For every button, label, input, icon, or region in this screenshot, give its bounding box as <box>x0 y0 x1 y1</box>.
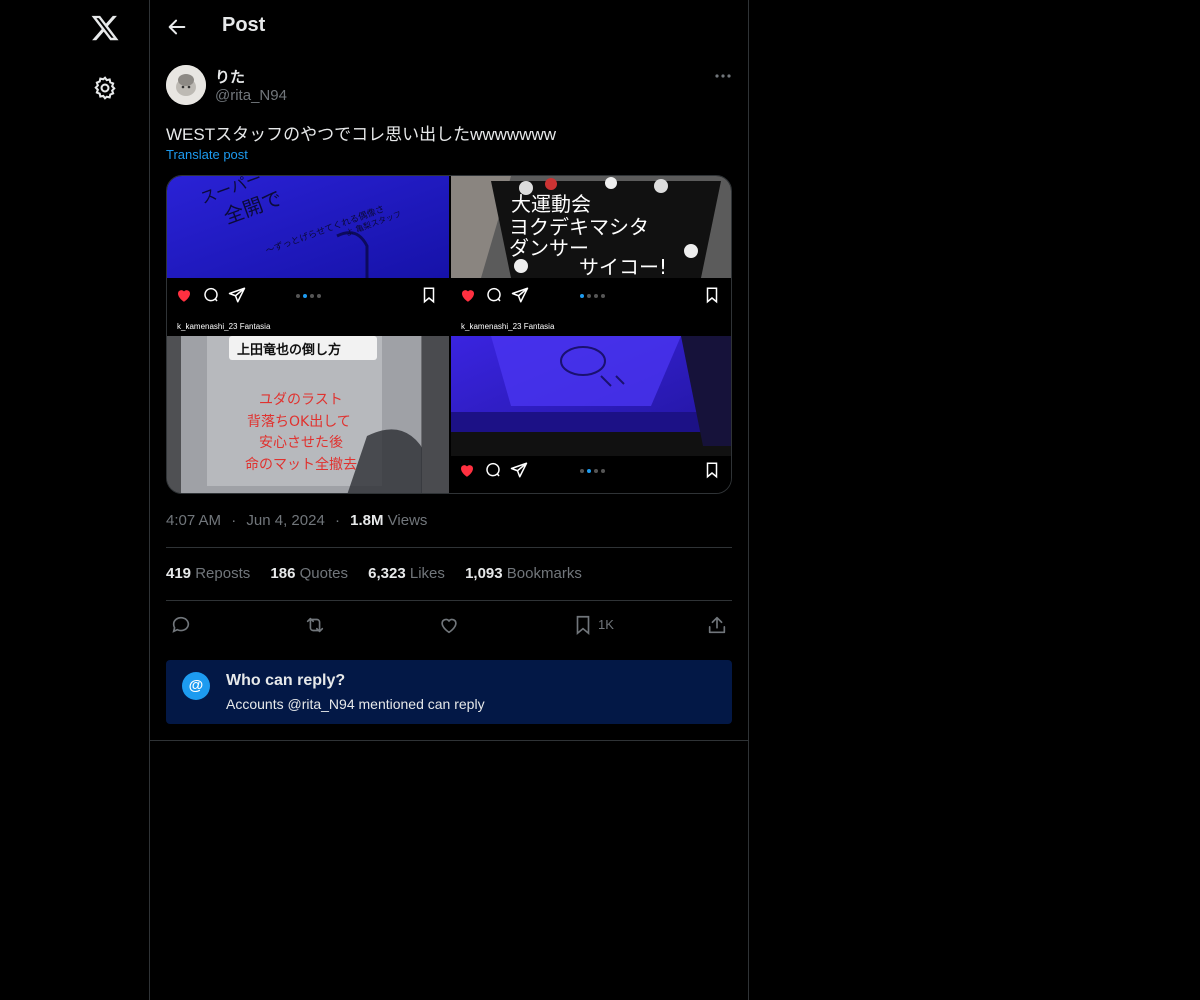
post-column: Post りた @rita_N94 WESTスタッフのやつでコレ思い出したwww… <box>150 0 749 1000</box>
divider <box>150 740 748 741</box>
ig-action-bar <box>451 456 731 493</box>
bookmark-icon <box>423 287 435 304</box>
carousel-dots-icon <box>580 469 605 473</box>
post-date[interactable]: Jun 4, 2024 <box>246 512 324 529</box>
heart-filled-icon <box>461 465 473 477</box>
post-actions: 1K <box>166 612 732 638</box>
left-nav <box>0 0 150 1000</box>
more-options-icon[interactable] <box>713 66 733 86</box>
bookmark-icon <box>706 287 718 304</box>
views-count: 1.8M <box>350 512 384 529</box>
stat-reposts[interactable]: 419 Reposts <box>166 565 250 582</box>
divider <box>166 600 732 601</box>
bookmark-icon[interactable] <box>572 614 594 636</box>
post-time[interactable]: 4:07 AM <box>166 512 221 529</box>
media-image-4[interactable] <box>451 336 731 493</box>
share-icon[interactable] <box>706 614 728 636</box>
mention-icon: @ <box>182 672 210 700</box>
image-text: サイコー! <box>579 255 667 279</box>
heart-filled-icon <box>178 290 190 302</box>
share-icon <box>228 287 246 303</box>
ig-action-bar <box>167 278 449 312</box>
like-icon[interactable] <box>438 614 460 636</box>
bookmark-icon <box>706 462 718 479</box>
media-image-3[interactable]: 上田竜也の倒し方 ユダのラスト 背落ちOK出して 安心させた後 命のマット全撤去 <box>167 336 449 493</box>
carousel-dots-icon <box>580 294 605 298</box>
image-text: 大運動会 <box>511 192 591 216</box>
post-text: WESTスタッフのやつでコレ思い出したwwwwwww <box>166 125 557 144</box>
comment-icon <box>486 462 500 477</box>
back-arrow-icon[interactable] <box>166 16 188 38</box>
image-text: 命のマット全撤去 <box>245 456 357 473</box>
stat-bookmarks[interactable]: 1,093 Bookmarks <box>465 565 582 582</box>
author-handle[interactable]: @rita_N94 <box>215 87 287 104</box>
bookmark-count: 1K <box>598 617 614 632</box>
meta-separator: · <box>334 512 340 529</box>
media-image-2[interactable]: 大運動会 ヨクデキマシタ ダンサー サイコー! k_kamenashi_23 F… <box>451 176 731 336</box>
meta-separator: · <box>231 512 237 529</box>
media-caption: k_kamenashi_23 Fantasia <box>177 322 271 331</box>
media-caption: k_kamenashi_23 Fantasia <box>461 322 555 331</box>
reply-restriction-banner: @ Who can reply? Accounts @rita_N94 ment… <box>166 660 732 724</box>
repost-icon[interactable] <box>304 614 326 636</box>
image-text: 背落ちOK出して <box>247 414 351 430</box>
image-text: ダンサー <box>509 236 589 260</box>
ig-action-bar <box>451 278 731 312</box>
image-text: ユダのラスト <box>259 392 343 408</box>
share-icon <box>510 462 528 478</box>
media-image-1[interactable]: スーパー 全開で 〜ずっとげらせてくれる偶像さ よ 亀梨スタッフ k_kamen… <box>167 176 449 336</box>
divider <box>166 547 732 548</box>
image-text: 上田竜也の倒し方 <box>237 342 341 358</box>
post-meta: 4:07 AM · Jun 4, 2024 · 1.8M Views <box>166 512 427 529</box>
media-grid: スーパー 全開で 〜ずっとげらせてくれる偶像さ よ 亀梨スタッフ k_kamen… <box>166 175 732 494</box>
heart-filled-icon <box>462 290 474 302</box>
settings-gear-icon[interactable] <box>92 75 118 101</box>
post-header: Post <box>150 0 748 53</box>
stat-quotes[interactable]: 186 Quotes <box>270 565 348 582</box>
reply-restriction-title: Who can reply? <box>226 672 346 689</box>
carousel-dots-icon <box>296 294 321 298</box>
image-text: 安心させた後 <box>259 435 343 451</box>
page-title: Post <box>222 14 266 36</box>
comment-icon <box>204 287 218 302</box>
views-label: Views <box>387 512 428 529</box>
stat-likes[interactable]: 6,323 Likes <box>368 565 445 582</box>
author-avatar[interactable] <box>166 65 206 105</box>
comment-icon <box>487 287 501 302</box>
engagement-stats: 419 Reposts 186 Quotes 6,323 Likes 1,093… <box>166 565 598 582</box>
x-logo-icon[interactable] <box>90 13 120 43</box>
translate-post-link[interactable]: Translate post <box>166 147 248 162</box>
reply-icon[interactable] <box>170 614 192 636</box>
author-name[interactable]: りた <box>215 66 245 87</box>
share-icon <box>511 287 529 303</box>
reply-restriction-subtitle: Accounts @rita_N94 mentioned can reply <box>226 696 485 712</box>
